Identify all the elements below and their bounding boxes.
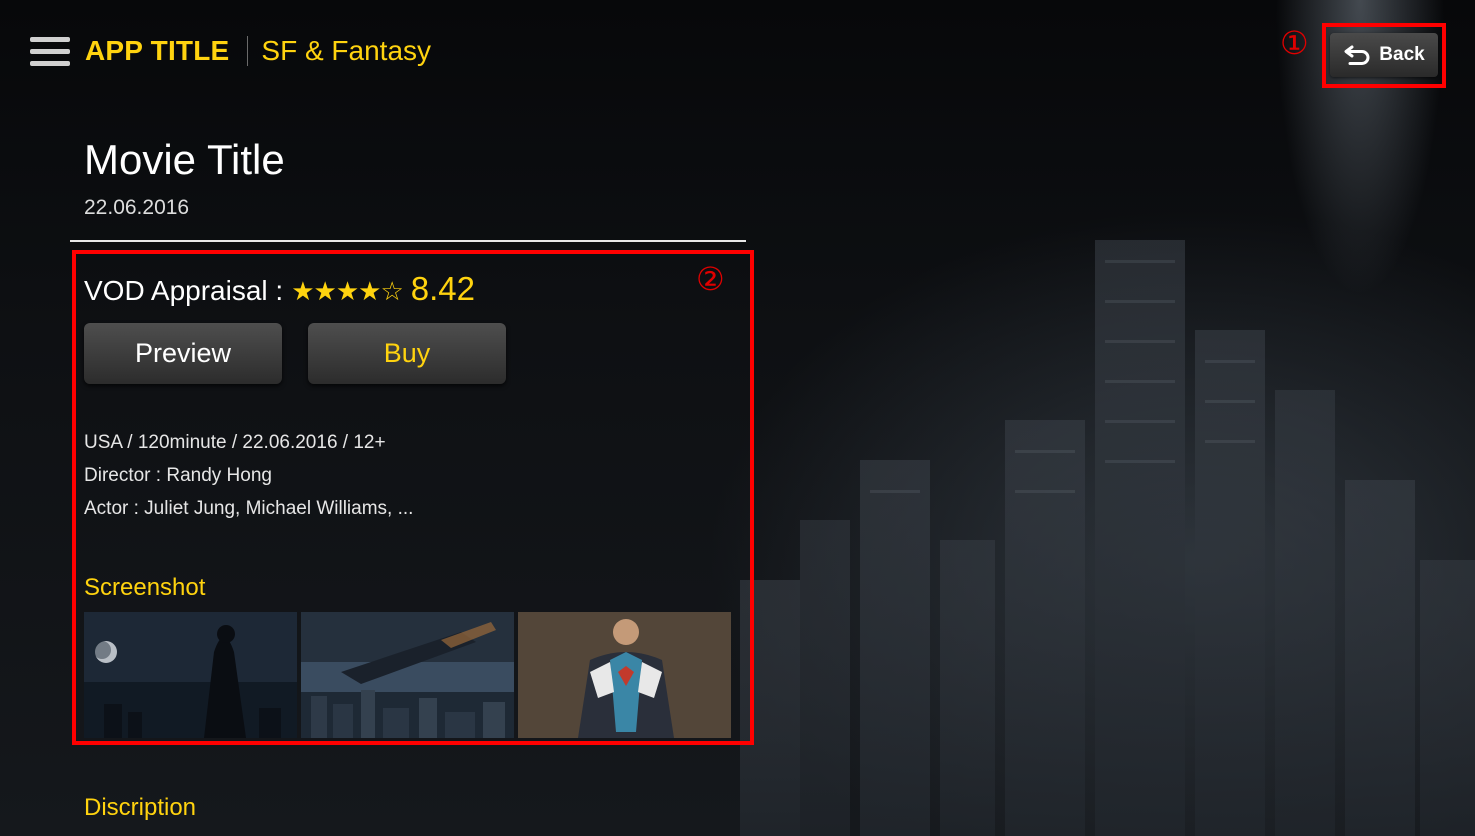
appraisal-score: 8.42: [410, 270, 475, 307]
back-button[interactable]: Back: [1330, 33, 1438, 77]
back-button-label: Back: [1379, 44, 1425, 65]
annotation-marker-1: ①: [1280, 25, 1309, 61]
actor-info: Actor : Juliet Jung, Michael Williams, .…: [84, 498, 414, 519]
appraisal-label: VOD Appraisal :: [84, 275, 284, 306]
preview-button[interactable]: Preview: [84, 323, 282, 384]
vod-detail-screen: APP TITLE SF & Fantasy ① Back Movie Titl…: [0, 0, 1475, 836]
title-divider: [70, 240, 746, 242]
director-info: Director : Randy Hong: [84, 465, 272, 486]
movie-title: Movie Title: [84, 136, 285, 183]
description-heading: Discription: [84, 794, 197, 821]
annotation-marker-2: ②: [696, 261, 725, 297]
vod-appraisal: VOD Appraisal : ★★★★☆ 8.42: [84, 270, 475, 308]
app-title: APP TITLE: [85, 35, 230, 66]
buy-button[interactable]: Buy: [308, 323, 506, 384]
star-rating-icon: ★★★★☆: [291, 276, 404, 306]
release-date: 22.06.2016: [84, 196, 190, 219]
screenshot-thumbnail[interactable]: [301, 612, 514, 738]
movie-meta-info: USA / 120minute / 22.06.2016 / 12+: [84, 432, 386, 453]
return-arrow-icon: [1344, 45, 1370, 65]
screenshot-thumbnail[interactable]: [518, 612, 731, 738]
hamburger-menu-icon[interactable]: [30, 31, 70, 71]
app-header: APP TITLE SF & Fantasy: [30, 28, 431, 74]
header-divider: [247, 36, 249, 66]
screenshot-thumbnail[interactable]: [84, 612, 297, 738]
category-label: SF & Fantasy: [261, 35, 432, 66]
screenshot-heading: Screenshot: [84, 574, 206, 601]
city-skyline-background: [740, 240, 1475, 836]
